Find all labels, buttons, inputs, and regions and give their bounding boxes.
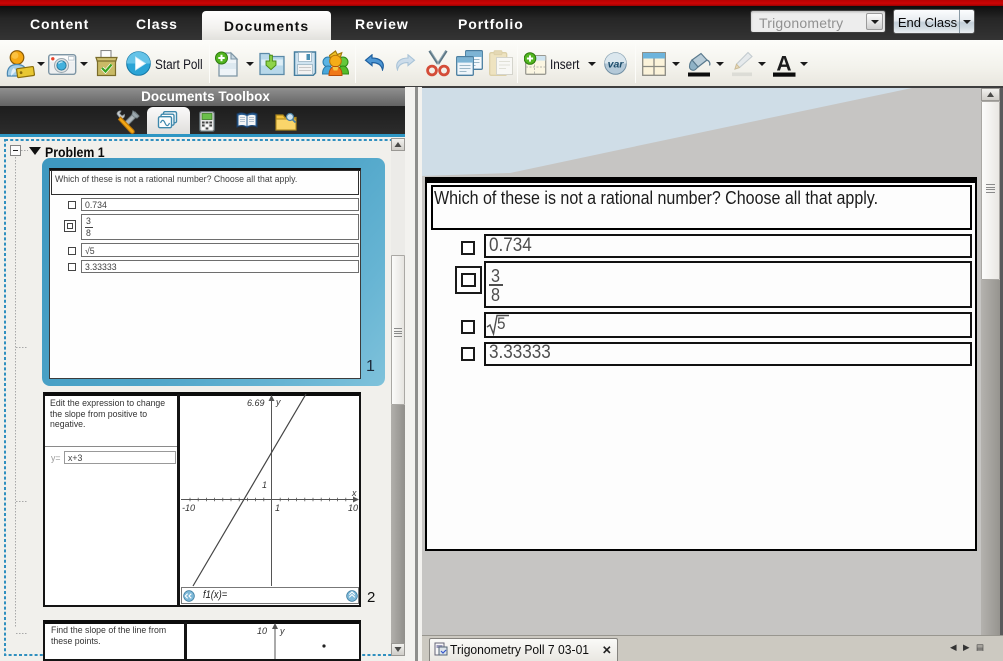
svg-text:10: 10 <box>348 503 358 513</box>
svg-text:x: x <box>351 488 357 498</box>
svg-text:1: 1 <box>262 480 267 490</box>
svg-text:y: y <box>279 626 285 636</box>
svg-text:A: A <box>776 53 791 76</box>
svg-text:10: 10 <box>257 626 267 636</box>
svg-text:var: var <box>608 59 625 71</box>
svg-text:6.69: 6.69 <box>247 398 265 408</box>
svg-text:-10: -10 <box>182 503 195 513</box>
svg-text:1: 1 <box>275 503 280 513</box>
svg-text:y: y <box>275 397 281 407</box>
